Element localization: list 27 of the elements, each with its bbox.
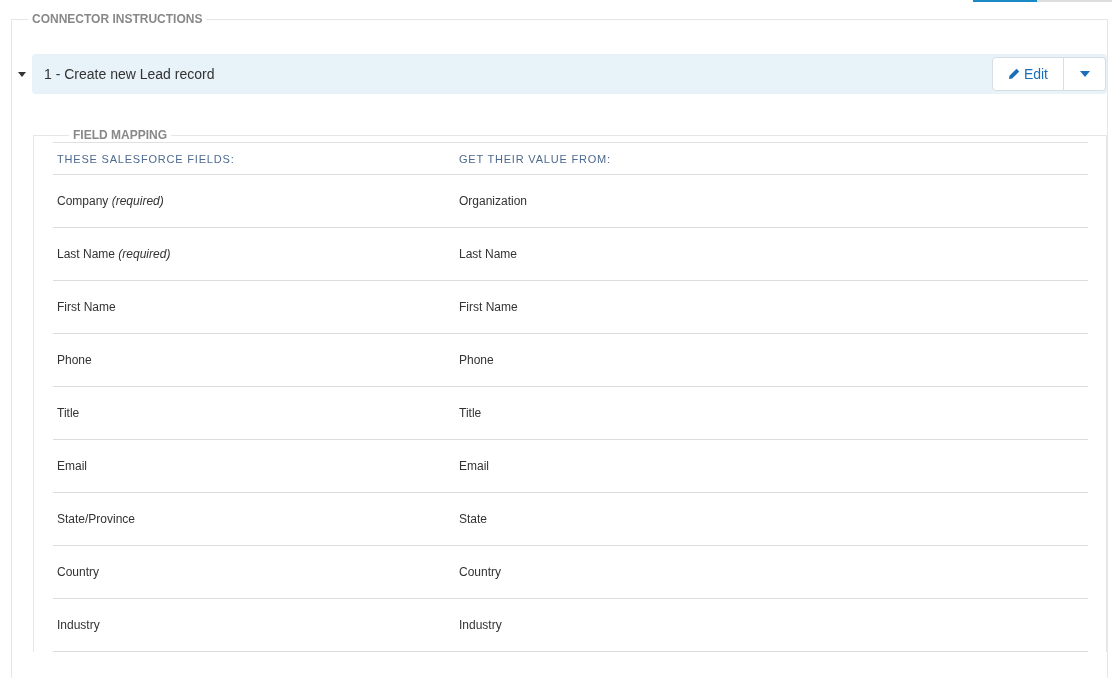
table-cell-text: Email [459, 459, 490, 473]
pencil-icon [1007, 68, 1020, 80]
table-cell-text: Last Name [459, 247, 519, 261]
table-cell-text: Last Name (required) [57, 247, 172, 261]
column-header: GET THEIR VALUE FROM: [459, 152, 612, 165]
section-legend: CONNECTOR INSTRUCTIONS [28, 12, 207, 26]
edit-button[interactable]: Edit [991, 57, 1064, 91]
table-cell-text: Email [57, 459, 88, 473]
table-cell-text: Phone [459, 353, 495, 367]
step-title: 1 - Create new Lead record [44, 66, 215, 82]
section-legend: FIELD MAPPING [69, 128, 171, 142]
table-cell-text: Company (required) [57, 194, 165, 208]
caret-icon [18, 71, 26, 77]
table-cell-text: Title [57, 406, 81, 420]
caret-icon [1079, 71, 1090, 77]
table-cell-text: Country [459, 565, 503, 579]
table-cell-text: Country [57, 565, 101, 579]
table-cell-text: First Name [57, 300, 117, 314]
table-cell-text: Organization [459, 194, 529, 208]
column-header: THESE SALESFORCE FIELDS: [57, 152, 236, 165]
table-cell-text: Industry [57, 618, 101, 632]
table-cell-text: Industry [459, 618, 503, 632]
table-cell-text: First Name [459, 300, 519, 314]
table-cell-text: Title [459, 406, 483, 420]
table-cell-text: Phone [57, 353, 93, 367]
table-cell-text: State/Province [57, 512, 137, 526]
table-cell-text: State [459, 512, 489, 526]
